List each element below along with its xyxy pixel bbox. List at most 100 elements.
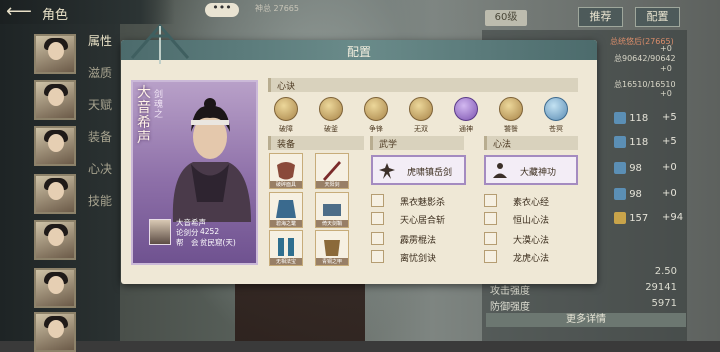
- score-value: 4252: [200, 227, 220, 236]
- wuxue-row[interactable]: 霹雳棍法: [371, 232, 466, 246]
- xinjue-slot-icon[interactable]: [274, 97, 298, 121]
- xinfa-row[interactable]: 大漠心法: [484, 232, 578, 246]
- back-arrow-icon[interactable]: ⟵: [6, 2, 32, 22]
- xinjue-slot-icon[interactable]: [544, 97, 568, 121]
- xinfa-row[interactable]: 恒山心法: [484, 212, 578, 226]
- wuxue-label: 黑衣魅影杀: [400, 198, 446, 208]
- stat-icon: [614, 212, 626, 224]
- tab-qualities[interactable]: 滋质: [88, 64, 112, 81]
- behind-header-text: 神总 27665: [255, 4, 299, 13]
- bottom-stat-value: 5971: [651, 298, 677, 309]
- more-options-button[interactable]: •••: [205, 2, 239, 17]
- equip-tag: 无相法宝: [270, 258, 302, 265]
- roster-portrait[interactable]: [34, 220, 76, 260]
- stat-row: 118 +5: [614, 136, 694, 151]
- xinjue-slot-icon[interactable]: [499, 97, 523, 121]
- tab-attributes[interactable]: 属性: [88, 32, 112, 49]
- equip-slot[interactable]: 天阳剑: [315, 153, 349, 189]
- bottom-stat-label: 防御强度: [490, 302, 530, 313]
- xinfa-label: 大漠心法: [513, 236, 550, 246]
- xinjue-slot-label: 苍冥: [549, 125, 563, 133]
- mask-icon: [277, 162, 295, 180]
- stat-row: 98 +0: [614, 162, 694, 177]
- stat-delta: +0: [662, 162, 677, 173]
- bottom-stat-row: 防御强度 5971: [490, 298, 685, 313]
- equip-slot[interactable]: 无相法宝: [269, 230, 303, 266]
- martial-skill-icon: [371, 232, 384, 245]
- stat-icon: [614, 136, 626, 148]
- character-roster: 属性 滋质 天赋 装备 心决 技能: [0, 0, 120, 352]
- wuxue-row[interactable]: 离忧剑诀: [371, 250, 466, 264]
- guild-label: 帮 会: [176, 238, 199, 247]
- equip-slot[interactable]: 碧海之氅: [269, 192, 303, 228]
- page-title: 角色: [42, 8, 69, 23]
- xinjue-slot-icon[interactable]: [364, 97, 388, 121]
- tab-skills[interactable]: 技能: [88, 192, 112, 209]
- xinjue-slot-icon[interactable]: [454, 97, 478, 121]
- bottom-stat-value: 29141: [645, 282, 677, 293]
- roster-portrait[interactable]: [34, 80, 76, 120]
- sword-decoration-icon: [130, 23, 190, 64]
- wuxue-main-label: 虎啸镇岳剑: [407, 168, 453, 178]
- xinjue-slot-label: 通神: [459, 125, 473, 133]
- bottom-stat-row: 攻击强度 29141: [490, 282, 685, 297]
- modal-title: 配置: [346, 45, 371, 59]
- wuxue-main-slot[interactable]: 虎啸镇岳剑: [371, 155, 466, 185]
- tab-talent[interactable]: 天赋: [88, 96, 112, 113]
- tab-equipment[interactable]: 装备: [88, 128, 112, 145]
- xinjue-slot-label: 破障: [279, 125, 293, 133]
- xinfa-label: 龙虎心法: [513, 254, 550, 264]
- wuxue-row[interactable]: 黑衣魅影杀: [371, 194, 466, 208]
- config-button[interactable]: 配置: [635, 7, 680, 27]
- xinjue-section-bar: 心诀: [268, 78, 578, 92]
- roster-portrait[interactable]: [34, 174, 76, 214]
- roster-portrait[interactable]: [34, 126, 76, 166]
- xinjue-slot-label: 无双: [414, 125, 428, 133]
- wuxue-row[interactable]: 天心居合斩: [371, 212, 466, 226]
- recommend-button[interactable]: 推荐: [578, 7, 623, 27]
- equip-slot[interactable]: 青铜之甲: [315, 230, 349, 266]
- martial-skill-icon: [371, 194, 384, 207]
- character-info: 大音希声 论剑分 4252 帮 会 贫民窟(天): [136, 217, 256, 263]
- boots-icon: [278, 238, 294, 256]
- armor-icon: [324, 240, 340, 256]
- stat-row: 118 +5: [614, 112, 694, 127]
- equip-slot[interactable]: 破碎面具: [269, 153, 303, 189]
- xinfa-main-label: 大藏神功: [520, 168, 557, 178]
- equip-slot[interactable]: 倚天剑鞘: [315, 192, 349, 228]
- mind-art-icon: [484, 250, 497, 263]
- meditation-figure-icon: [493, 163, 507, 178]
- cloak-icon: [276, 200, 296, 218]
- equip-tag: 破碎面具: [270, 181, 302, 188]
- xinfa-label: 恒山心法: [513, 216, 550, 226]
- xinfa-main-slot[interactable]: 大藏神功: [484, 155, 578, 185]
- roster-portrait[interactable]: [34, 312, 76, 352]
- xinfa-row[interactable]: 素衣心经: [484, 194, 578, 208]
- roster-portrait[interactable]: [34, 268, 76, 308]
- attribute-line: +0: [660, 44, 672, 53]
- xinjue-slot-icon[interactable]: [409, 97, 433, 121]
- equip-tag: 青铜之甲: [316, 258, 348, 265]
- xinjue-slot-icon[interactable]: [319, 97, 343, 121]
- tab-heart-arts[interactable]: 心决: [88, 160, 112, 177]
- equip-label: 装备: [277, 140, 296, 150]
- xinfa-row[interactable]: 龙虎心法: [484, 250, 578, 264]
- level-pill: 60级: [485, 10, 527, 26]
- guild-value: 贫民窟(天): [200, 238, 236, 247]
- stat-delta: +5: [662, 112, 677, 123]
- xinjue-slot-label: 争锋: [369, 125, 383, 133]
- equip-section-bar: 装备: [268, 136, 364, 150]
- wuxue-label: 霹雳棍法: [400, 236, 437, 246]
- martial-skill-icon: [371, 250, 384, 263]
- sword-icon: [323, 161, 341, 181]
- avatar: [149, 219, 171, 245]
- xinjue-slot-label: 破釜: [324, 125, 338, 133]
- attribute-line: +0: [660, 89, 672, 98]
- more-details-button[interactable]: 更多详情: [486, 313, 686, 327]
- stat-delta: +94: [662, 212, 684, 223]
- mind-art-icon: [484, 232, 497, 245]
- stat-icon: [614, 162, 626, 174]
- attribute-line: +0: [660, 64, 672, 73]
- wuxue-label: 天心居合斩: [400, 216, 446, 226]
- roster-portrait[interactable]: [34, 34, 76, 74]
